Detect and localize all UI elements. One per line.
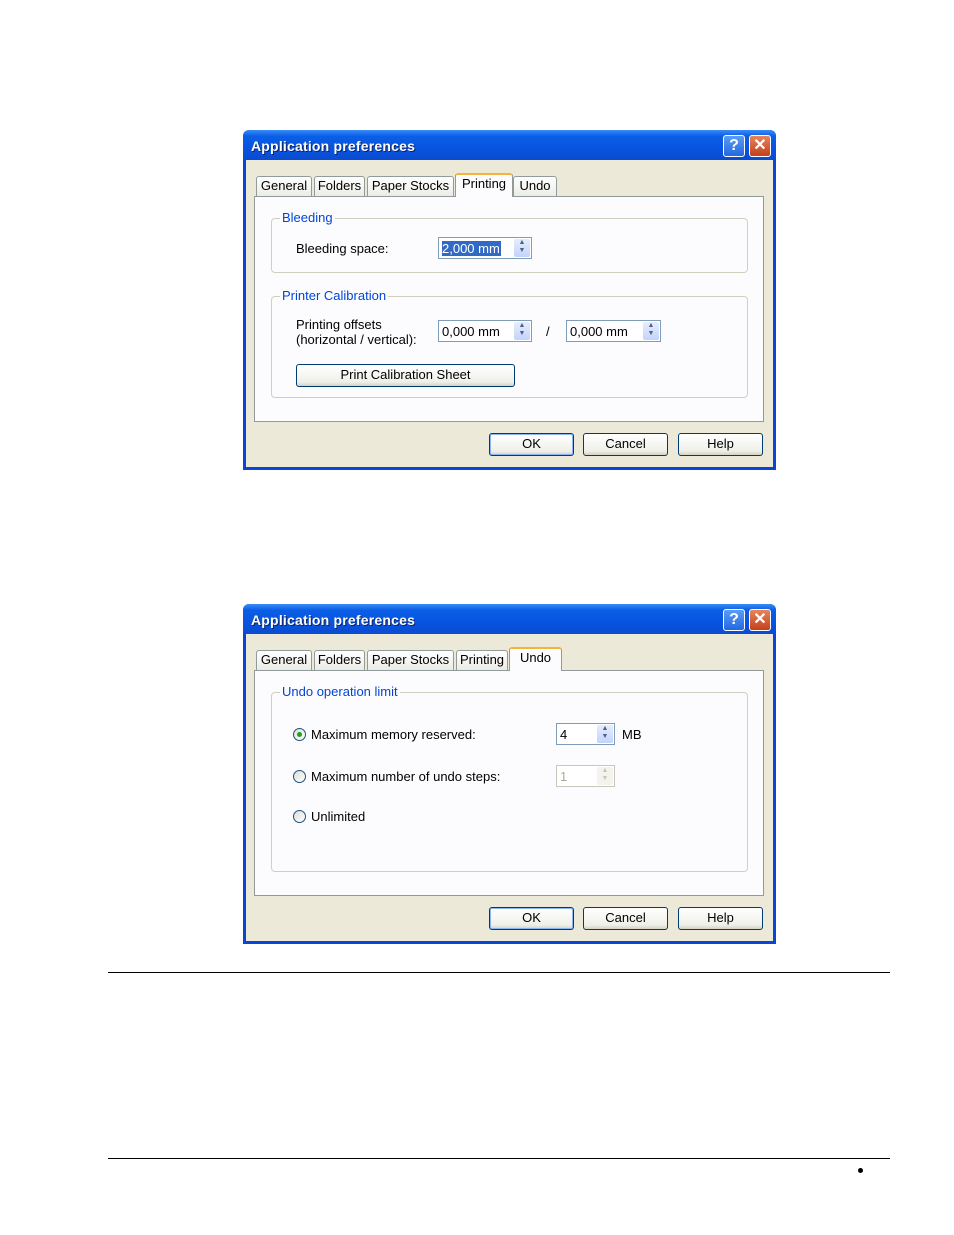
preferences-dialog-printing: Application preferences ? ✕ General Fold… <box>243 130 776 470</box>
undo-limit-group: Undo operation limit Maximum memory rese… <box>271 684 748 872</box>
help-button[interactable]: Help <box>678 907 763 930</box>
spin-arrows-icon[interactable]: ▲ ▼ <box>514 239 530 257</box>
tab-panel-printing: Bleeding Bleeding space: 2,000 mm ▲ ▼ Pri… <box>254 196 764 422</box>
spin-arrows-icon[interactable]: ▲ ▼ <box>597 725 613 743</box>
bleeding-group: Bleeding Bleeding space: 2,000 mm ▲ ▼ <box>271 210 748 273</box>
printing-offsets-label: Printing offsets <box>296 317 382 332</box>
tab-folders[interactable]: Folders <box>314 176 365 196</box>
printing-offsets-sublabel: (horizontal / vertical): <box>296 332 417 347</box>
tab-undo[interactable]: Undo <box>513 176 557 196</box>
help-button[interactable]: Help <box>678 433 763 456</box>
vertical-offset-input[interactable]: 0,000 mm ▲ ▼ <box>566 320 661 342</box>
unlimited-label[interactable]: Unlimited <box>311 809 365 824</box>
tab-printing[interactable]: Printing <box>456 650 508 670</box>
close-icon[interactable]: ✕ <box>749 609 771 631</box>
ok-button[interactable]: OK <box>489 907 574 930</box>
horizontal-offset-input[interactable]: 0,000 mm ▲ ▼ <box>438 320 532 342</box>
max-memory-label[interactable]: Maximum memory reserved: <box>311 727 476 742</box>
cancel-button[interactable]: Cancel <box>583 907 668 930</box>
max-memory-unit: MB <box>622 727 642 742</box>
radio-selected-dot <box>297 732 302 737</box>
section-divider <box>108 972 890 973</box>
printer-calibration-title: Printer Calibration <box>280 288 389 304</box>
printer-calibration-group: Printer Calibration Printing offsets (ho… <box>271 288 748 398</box>
spin-arrows-icon[interactable]: ▲ ▼ <box>643 322 659 340</box>
ok-button[interactable]: OK <box>489 433 574 456</box>
spin-arrows-icon: ▲ ▼ <box>597 767 613 785</box>
dialog-title: Application preferences <box>251 612 416 628</box>
footer-bullet <box>858 1168 863 1173</box>
preferences-dialog-undo: Application preferences ? ✕ General Fold… <box>243 604 776 944</box>
tab-paper-stocks[interactable]: Paper Stocks <box>367 176 454 196</box>
max-memory-radio[interactable] <box>293 728 306 741</box>
bleeding-space-input[interactable]: 2,000 mm ▲ ▼ <box>438 237 532 259</box>
tab-undo[interactable]: Undo <box>509 647 562 671</box>
max-memory-input[interactable]: 4 ▲ ▼ <box>556 723 615 745</box>
bleeding-space-value: 2,000 mm <box>442 241 501 256</box>
title-bar[interactable]: Application preferences ? ✕ <box>243 604 776 634</box>
bleeding-group-title: Bleeding <box>280 210 335 226</box>
tab-printing[interactable]: Printing <box>455 173 513 197</box>
tab-folders[interactable]: Folders <box>314 650 365 670</box>
tab-general[interactable]: General <box>256 176 312 196</box>
close-icon[interactable]: ✕ <box>749 135 771 157</box>
undo-limit-title: Undo operation limit <box>280 684 400 700</box>
horizontal-offset-value: 0,000 mm <box>442 324 500 339</box>
title-bar[interactable]: Application preferences ? ✕ <box>243 130 776 160</box>
spin-arrows-icon[interactable]: ▲ ▼ <box>514 322 530 340</box>
dialog-client: General Folders Paper Stocks Printing Un… <box>246 160 773 467</box>
help-icon[interactable]: ? <box>723 609 745 631</box>
vertical-offset-value: 0,000 mm <box>570 324 628 339</box>
tab-paper-stocks[interactable]: Paper Stocks <box>367 650 454 670</box>
dialog-title: Application preferences <box>251 138 416 154</box>
help-icon[interactable]: ? <box>723 135 745 157</box>
dialog-client: General Folders Paper Stocks Printing Un… <box>246 634 773 941</box>
tab-general[interactable]: General <box>256 650 312 670</box>
max-undo-steps-value: 1 <box>560 769 568 784</box>
max-undo-steps-label[interactable]: Maximum number of undo steps: <box>311 769 500 784</box>
print-calibration-sheet-button[interactable]: Print Calibration Sheet <box>296 364 515 387</box>
max-memory-value: 4 <box>560 727 568 742</box>
unlimited-radio[interactable] <box>293 810 306 823</box>
tab-panel-undo: Undo operation limit Maximum memory rese… <box>254 670 764 896</box>
max-undo-steps-radio[interactable] <box>293 770 306 783</box>
offset-separator: / <box>546 324 550 339</box>
footer-divider <box>108 1158 890 1159</box>
cancel-button[interactable]: Cancel <box>583 433 668 456</box>
max-undo-steps-input: 1 ▲ ▼ <box>556 765 615 787</box>
bleeding-space-label: Bleeding space: <box>296 241 389 256</box>
